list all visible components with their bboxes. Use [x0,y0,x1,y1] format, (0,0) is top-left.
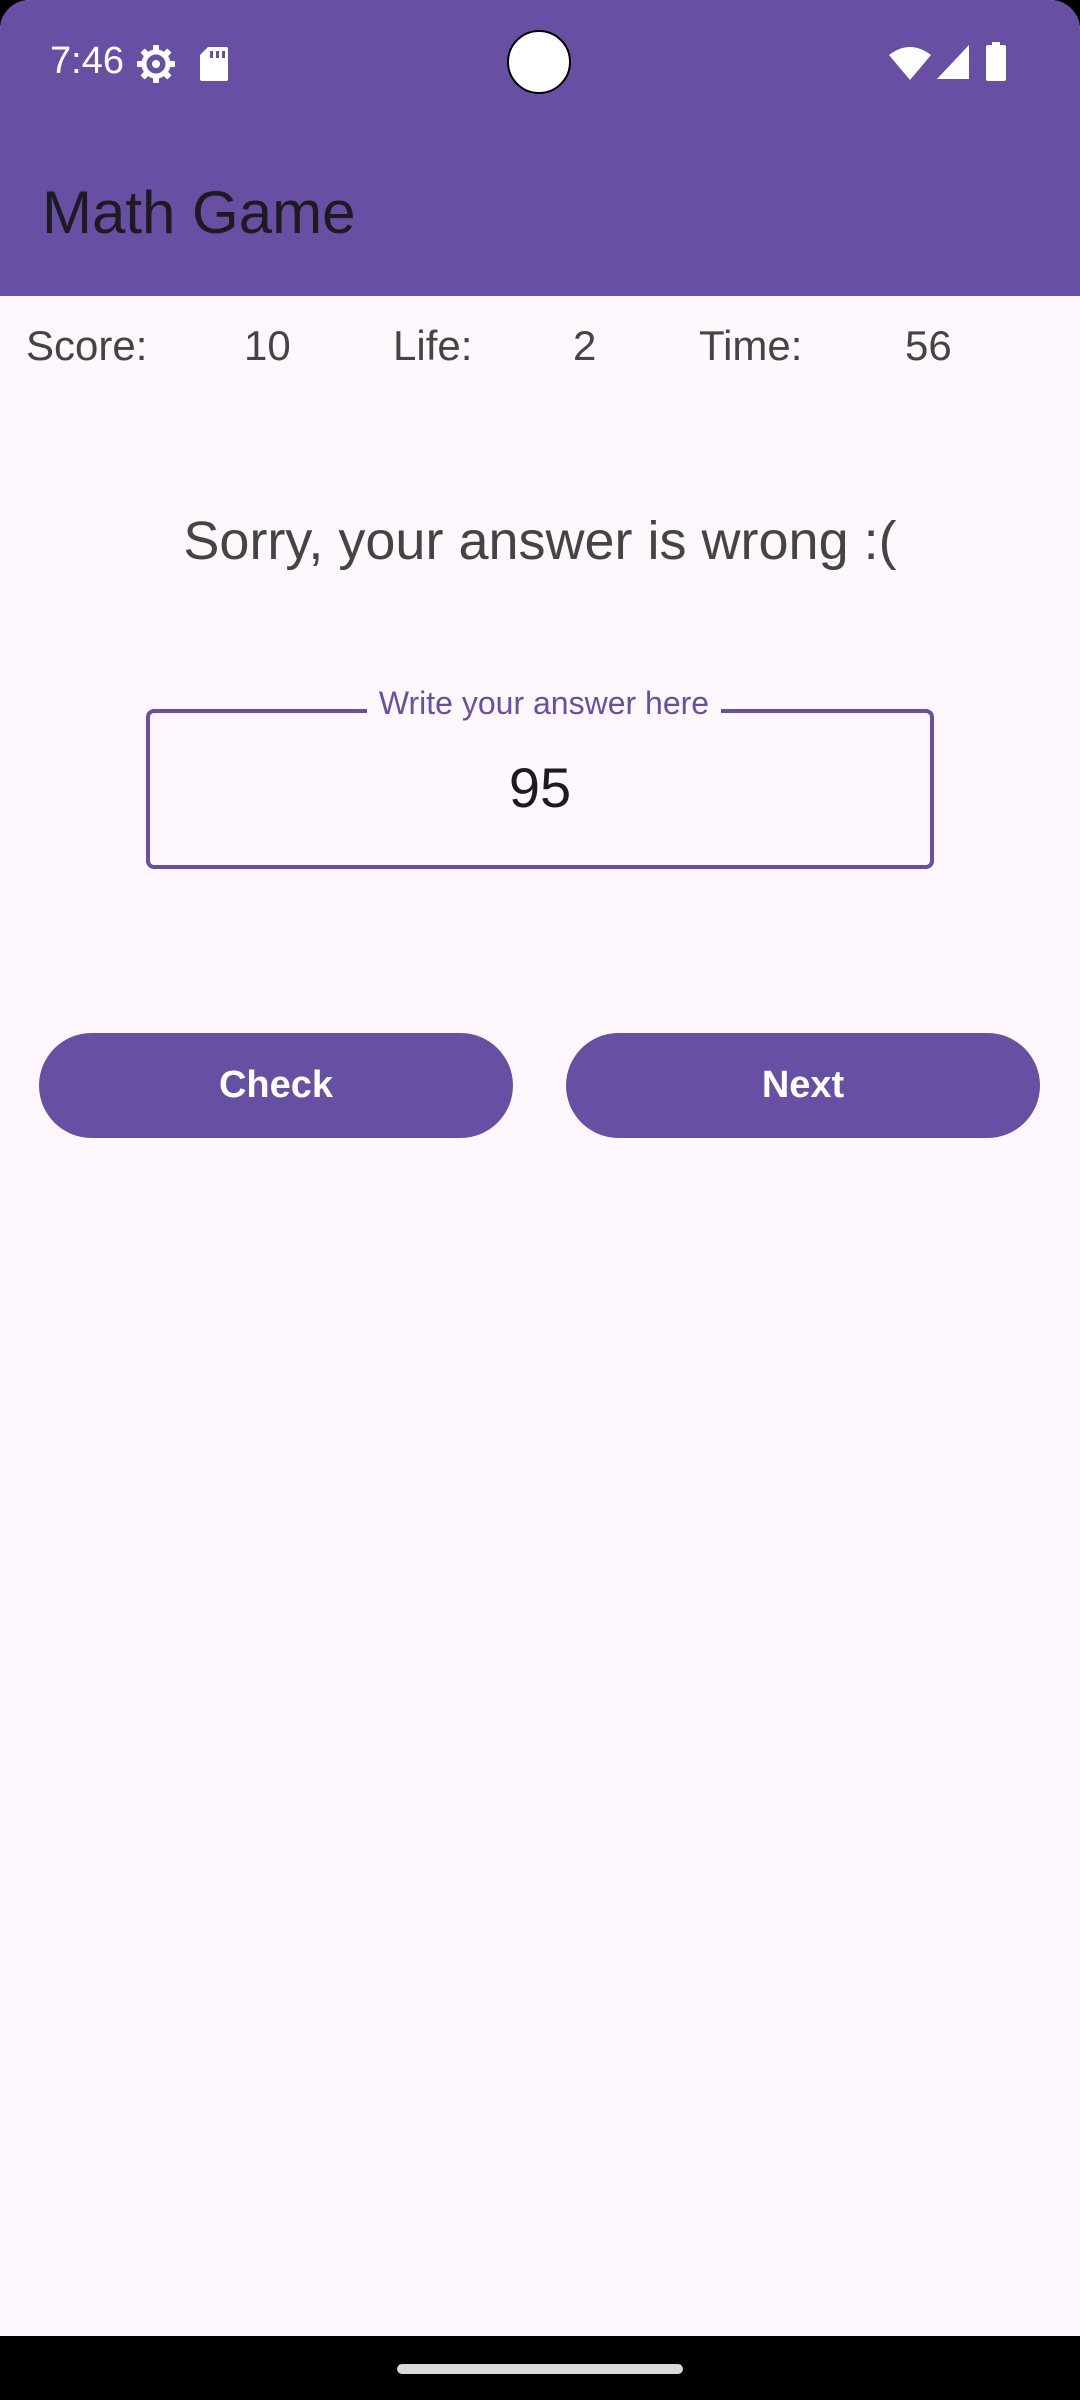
result-message: Sorry, your answer is wrong :( [183,511,897,571]
answer-input[interactable]: Write your answer here 95 [146,681,934,869]
time-label: Time: [699,322,803,369]
wifi-icon [888,46,932,87]
battery-icon [985,42,1007,87]
check-button[interactable]: Check [39,1033,513,1138]
screen: 7:46 Math Game Score: 10 Life: 2 Time: 5… [0,0,1080,2400]
app-bar: Math Game [0,128,1080,296]
life-label: Life: [393,322,473,369]
app-title: Math Game [42,179,356,246]
answer-input-label-wrap: Write your answer here [150,681,938,725]
score-label: Score: [26,322,148,369]
status-bar: 7:46 [0,0,1080,128]
score-value: 10 [244,322,291,369]
time-value: 56 [905,322,952,369]
cellular-signal-icon [936,44,970,85]
home-gesture-handle[interactable] [397,2364,683,2374]
settings-icon [136,44,176,89]
life-value: 2 [573,322,597,369]
sd-card-icon [198,44,230,89]
camera-cutout [507,30,571,94]
status-time: 7:46 [50,40,124,82]
next-button[interactable]: Next [566,1033,1040,1138]
answer-input-label: Write your answer here [366,681,722,725]
navigation-bar [0,2336,1080,2400]
answer-input-value[interactable]: 95 [150,755,930,820]
